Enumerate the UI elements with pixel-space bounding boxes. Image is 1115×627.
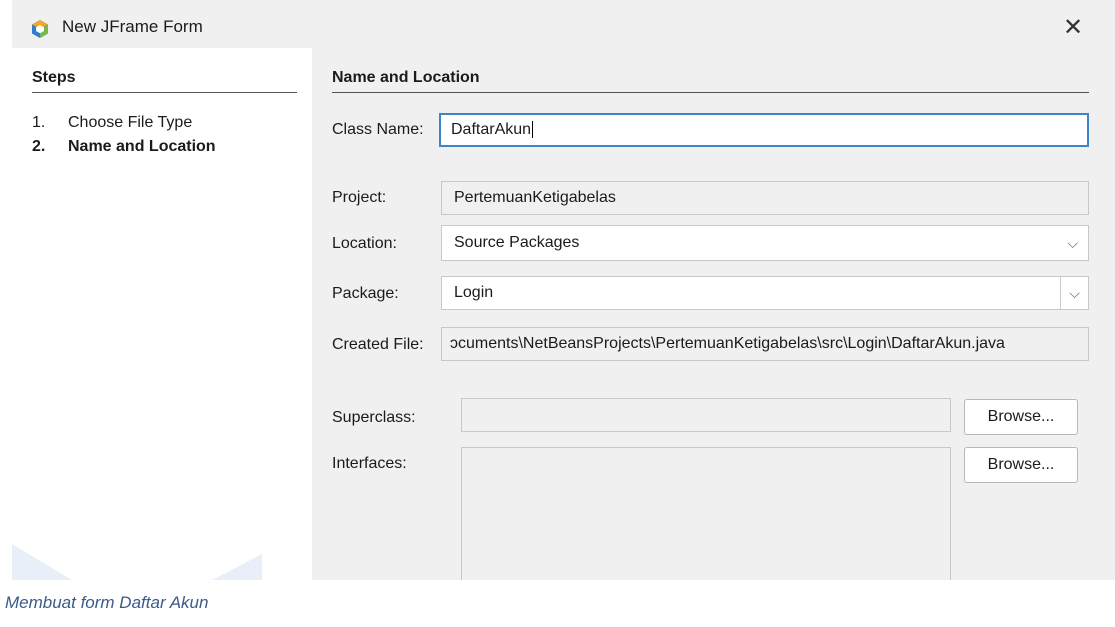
step-label: Name and Location	[68, 138, 216, 155]
location-dropdown[interactable]: Source Packages ⌵	[441, 225, 1089, 261]
package-label: Package:	[332, 285, 399, 302]
package-value: Login	[454, 284, 494, 301]
class-name-label: Class Name:	[332, 121, 424, 138]
watermark-shape	[12, 544, 262, 580]
netbeans-cube-icon	[32, 20, 48, 38]
steps-panel: Steps 1. Choose File Type 2. Name and Loca…	[12, 48, 312, 580]
step-name-and-location: 2. Name and Location	[32, 138, 216, 156]
close-icon: ✕	[1062, 14, 1084, 41]
steps-divider	[32, 92, 297, 93]
text-cursor: ​	[532, 121, 534, 138]
figure-caption: Membuat form Daftar Akun	[5, 593, 209, 612]
class-name-value: DaftarAkun	[451, 121, 532, 138]
step-label: Choose File Type	[68, 114, 193, 131]
project-value: PertemuanKetigabelas	[454, 189, 616, 206]
package-combobox[interactable]: Login ⌵	[441, 276, 1089, 310]
close-button[interactable]: ✕	[1050, 10, 1096, 46]
project-field: PertemuanKetigabelas	[441, 181, 1089, 215]
section-title: Name and Location	[332, 69, 480, 86]
title-bar[interactable]: New JFrame Form ✕	[12, 0, 1115, 48]
interfaces-list[interactable]	[461, 447, 951, 580]
chevron-down-icon: ⌵	[1067, 235, 1078, 251]
superclass-label: Superclass:	[332, 409, 416, 426]
superclass-browse-button[interactable]: Browse...	[964, 399, 1078, 435]
chevron-down-icon[interactable]: ⌵	[1060, 277, 1088, 309]
window-title: New JFrame Form	[62, 17, 203, 36]
superclass-field	[461, 398, 951, 432]
project-label: Project:	[332, 189, 387, 206]
section-divider	[332, 92, 1089, 93]
location-value: Source Packages	[454, 234, 580, 251]
created-file-label: Created File:	[332, 336, 424, 353]
step-number: 1.	[32, 114, 46, 131]
step-choose-file-type: 1. Choose File Type	[32, 114, 192, 132]
created-file-value: ɔcuments\NetBeansProjects\PertemuanKetig…	[450, 335, 1005, 352]
location-label: Location:	[332, 235, 397, 252]
steps-title: Steps	[32, 69, 76, 86]
class-name-input[interactable]: DaftarAkun​	[439, 113, 1089, 147]
interfaces-label: Interfaces:	[332, 455, 407, 472]
created-file-field: ɔcuments\NetBeansProjects\PertemuanKetig…	[441, 327, 1089, 361]
step-number: 2.	[32, 138, 46, 155]
caption-bar: Membuat form Daftar Akun	[0, 580, 1000, 627]
interfaces-browse-button[interactable]: Browse...	[964, 447, 1078, 483]
